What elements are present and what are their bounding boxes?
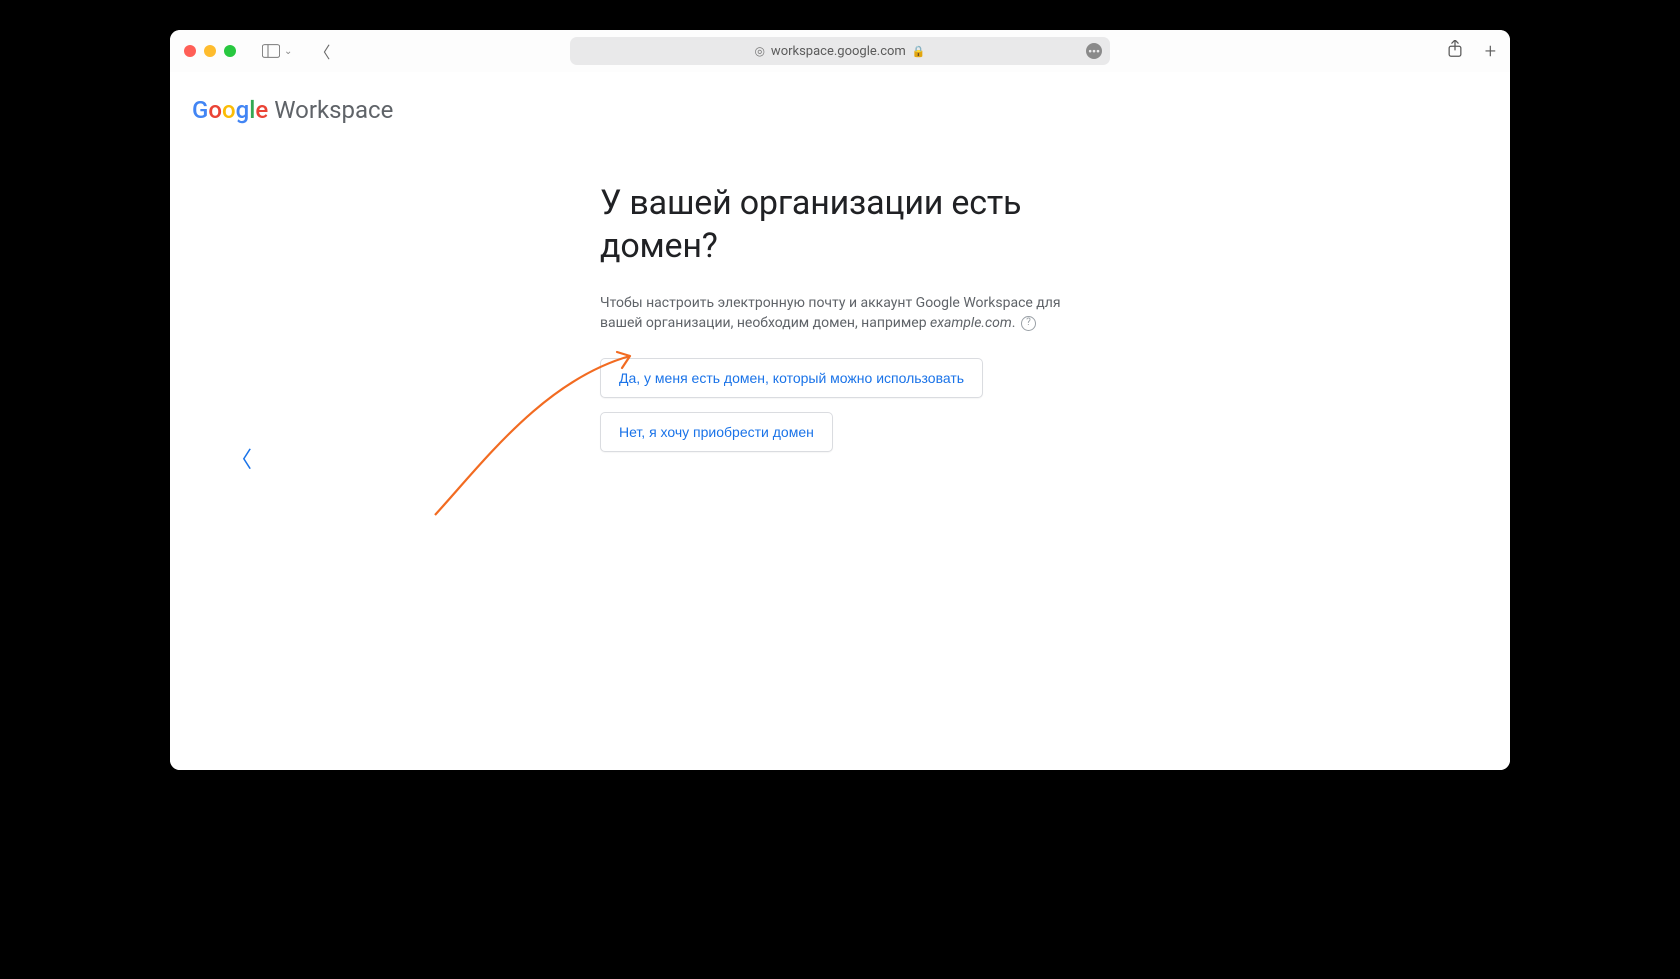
subtext-example: example.com bbox=[930, 315, 1012, 331]
page-subtext: Чтобы настроить электронную почту и акка… bbox=[600, 293, 1080, 334]
site-settings-icon: ◎ bbox=[754, 44, 764, 58]
main-content: У вашей организации есть домен? Чтобы на… bbox=[600, 182, 1080, 466]
sidebar-toggle-button[interactable]: ⌄ bbox=[262, 44, 292, 58]
address-text: workspace.google.com bbox=[771, 44, 906, 59]
chevron-left-icon: 〈 bbox=[230, 448, 252, 473]
reader-mode-button[interactable]: ••• bbox=[1086, 43, 1102, 59]
browser-back-button[interactable]: 〈 bbox=[314, 39, 330, 63]
address-bar[interactable]: ◎ workspace.google.com 🔒 ••• bbox=[570, 37, 1110, 65]
share-icon bbox=[1447, 40, 1463, 58]
chevron-left-icon: 〈 bbox=[314, 39, 330, 63]
option-yes-button[interactable]: Да, у меня есть домен, который можно исп… bbox=[600, 358, 983, 398]
help-icon[interactable]: ? bbox=[1021, 316, 1036, 331]
share-button[interactable] bbox=[1447, 40, 1463, 62]
wizard-back-button[interactable]: 〈 bbox=[230, 442, 252, 474]
browser-window: ⌄ 〈 ◎ workspace.google.com 🔒 ••• + Googl… bbox=[170, 30, 1510, 770]
google-logo: Google bbox=[192, 96, 268, 124]
workspace-word: Workspace bbox=[274, 96, 393, 124]
close-window-button[interactable] bbox=[184, 45, 196, 57]
chevron-down-icon: ⌄ bbox=[284, 46, 292, 57]
lock-icon: 🔒 bbox=[912, 45, 926, 58]
minimize-window-button[interactable] bbox=[204, 45, 216, 57]
page-content: Google Workspace У вашей организации ест… bbox=[170, 72, 1510, 770]
option-no-button[interactable]: Нет, я хочу приобрести домен bbox=[600, 412, 833, 452]
sidebar-icon bbox=[262, 44, 280, 58]
brand-logo: Google Workspace bbox=[192, 96, 393, 124]
browser-right-tools: + bbox=[1447, 39, 1496, 63]
browser-titlebar: ⌄ 〈 ◎ workspace.google.com 🔒 ••• + bbox=[170, 30, 1510, 72]
subtext-suffix: . bbox=[1012, 315, 1016, 331]
window-controls bbox=[184, 45, 236, 57]
new-tab-button[interactable]: + bbox=[1485, 39, 1496, 63]
page-heading: У вашей организации есть домен? bbox=[600, 182, 1080, 267]
fullscreen-window-button[interactable] bbox=[224, 45, 236, 57]
